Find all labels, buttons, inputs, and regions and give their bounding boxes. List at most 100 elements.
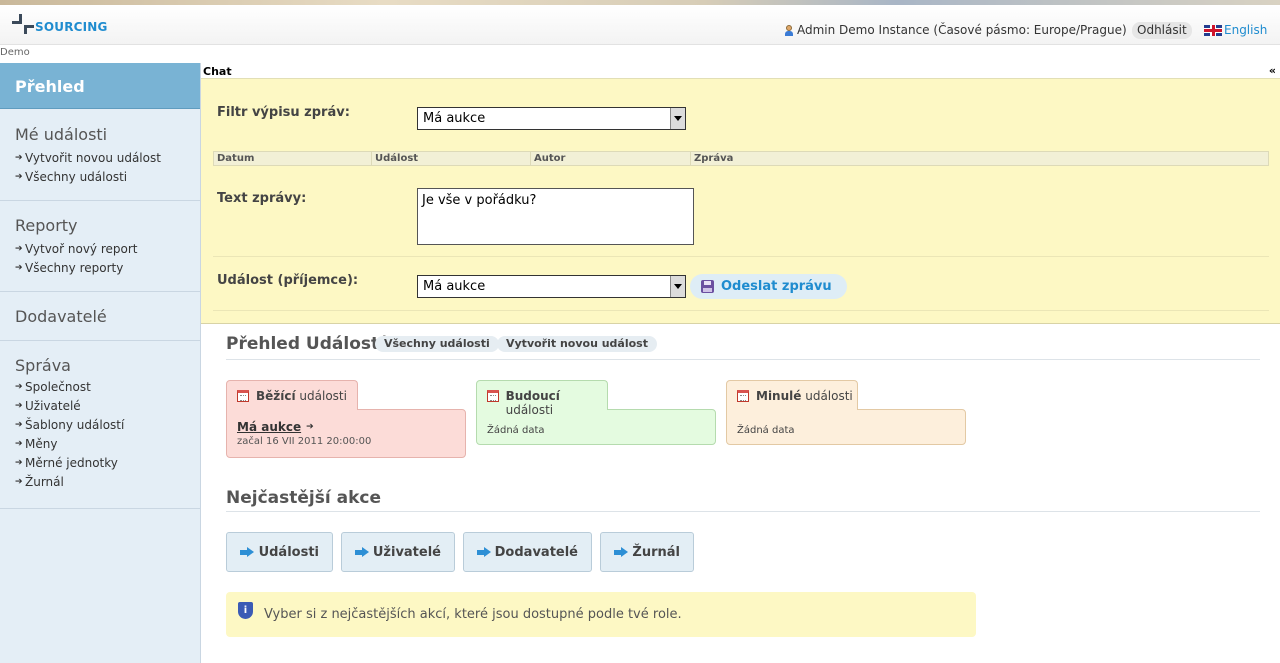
running-tab-bold: Běžící [256,389,296,403]
sidebar-link-new-event[interactable]: ➔ Vytvořit novou událost [15,148,200,167]
info-box: i Vyber si z nejčastějších akcí, které j… [226,592,976,637]
sidebar-item-prehled[interactable]: Přehled [0,63,200,109]
calendar-icon [487,390,499,402]
language-label[interactable]: English [1224,23,1267,37]
chat-panel: Chat « Filtr výpisu zpráv: Má aukce Datu… [201,63,1280,324]
sidebar-link-new-report[interactable]: ➔ Vytvoř nový report [15,239,200,258]
language-switch[interactable]: English [1204,23,1267,37]
arrow-right-icon: ➔ [15,243,23,254]
arrow-right-icon: ➔ [15,381,23,392]
arrow-right-icon [614,547,629,557]
past-tab-rest: události [801,389,853,403]
recipient-select[interactable]: Má aukce [417,275,686,298]
sidebar-head-events[interactable]: Mé události [15,125,200,144]
chevron-down-icon[interactable] [670,276,686,297]
users-action-button[interactable]: Uživatelé [341,532,455,572]
event-start-time: začal 16 VII 2011 20:00:00 [237,436,372,447]
sidebar-section-admin: Správa ➔ Společnost ➔ Uživatelé ➔ Šablony u… [0,341,200,509]
sidebar-link-label: Všechny události [25,169,128,184]
journal-action-label: Žurnál [632,544,680,560]
no-data-text: Žádná data [737,425,795,436]
suppliers-action-label: Dodavatelé [494,544,578,560]
events-action-label: Události [258,544,319,560]
user-icon [784,24,794,36]
suppliers-action-button[interactable]: Dodavatelé [463,532,592,572]
recipient-label: Událost (příjemce): [217,273,359,288]
users-action-label: Uživatelé [372,544,441,560]
sidebar-link-label: Šablony událostí [25,417,125,432]
sidebar-head-admin[interactable]: Správa [15,356,200,375]
sidebar-link-units[interactable]: ➔ Měrné jednotky [15,453,200,472]
send-message-label: Odeslat zprávu [721,279,832,294]
instance-label: Demo [0,47,30,58]
event-link[interactable]: Má aukce [237,420,301,434]
message-textarea[interactable]: Je vše v pořádku? [417,188,694,245]
divider [213,310,1269,311]
future-events-tab[interactable]: Budoucí události [476,380,608,417]
messages-table-header: Datum Událost Autor Zpráva [213,151,1269,166]
column-header-author[interactable]: Autor [531,152,691,165]
sidebar-link-all-reports[interactable]: ➔ Všechny reporty [15,258,200,277]
sidebar-link-currencies[interactable]: ➔ Měny [15,434,200,453]
sidebar-section-suppliers: Dodavatelé [0,292,200,341]
sidebar-link-label: Měny [25,436,58,451]
past-events-box: Žádná data [726,409,966,445]
filter-select[interactable]: Má aukce [417,107,686,130]
arrow-right-icon: ➔ [15,419,23,430]
sidebar-link-users[interactable]: ➔ Uživatelé [15,396,200,415]
sidebar-section-events: Mé události ➔ Vytvořit novou událost ➔ Vše… [0,109,200,201]
running-events-tab[interactable]: Běžící události [226,380,358,410]
calendar-icon [737,390,749,402]
arrow-right-icon [240,547,254,557]
section-rule [226,359,1260,360]
sidebar-link-label: Vytvořit novou událost [25,150,161,165]
chat-title: Chat [203,65,232,78]
sidebar-link-templates[interactable]: ➔ Šablony událostí [15,415,200,434]
sidebar-link-label: Měrné jednotky [25,455,118,470]
running-events-box: Má aukce ➔ začal 16 VII 2011 20:00:00 [226,409,466,458]
column-header-message[interactable]: Zpráva [691,152,1268,165]
filter-select-value: Má aukce [423,111,486,126]
uk-flag-icon [1204,24,1222,36]
sidebar-link-label: Vytvoř nový report [25,241,138,256]
send-message-button[interactable]: Odeslat zprávu [690,274,847,299]
logo-icon [12,14,34,34]
journal-action-button[interactable]: Žurnál [600,532,694,572]
sidebar-link-label: Všechny reporty [25,260,124,275]
logo-text: SOURCING [35,20,108,34]
future-tab-rest: události [505,403,554,417]
info-text: Vyber si z nejčastějších akcí, které jso… [264,607,682,622]
user-label: Admin Demo Instance (Časové pásmo: Europ… [797,23,1127,37]
arrow-right-icon [477,547,491,557]
arrow-right-icon: ➔ [15,438,23,449]
sidebar-link-all-events[interactable]: ➔ Všechny události [15,167,200,186]
arrow-right-icon: ➔ [15,262,23,273]
sidebar-link-journal[interactable]: ➔ Žurnál [15,472,200,491]
sidebar: Přehled Mé události ➔ Vytvořit novou udál… [0,63,201,663]
arrow-right-icon: ➔ [15,152,23,163]
sidebar-head-reports[interactable]: Reporty [15,216,200,235]
arrow-right-icon: ➔ [306,422,314,432]
column-header-date[interactable]: Datum [214,152,372,165]
info-shield-icon: i [238,602,253,619]
sidebar-head-suppliers[interactable]: Dodavatelé [15,307,200,326]
app-header: SOURCING Admin Demo Instance (Časové pás… [0,5,1280,45]
sidebar-section-reports: Reporty ➔ Vytvoř nový report ➔ Všechny rep… [0,201,200,292]
past-events-tab[interactable]: Minulé události [726,380,858,410]
section-rule [226,511,1260,512]
chevron-down-icon[interactable] [670,108,686,129]
running-tab-rest: události [295,389,347,403]
new-event-pill[interactable]: Vytvořit novou událost [497,336,657,352]
chat-titlebar: Chat « [201,63,1280,79]
events-action-button[interactable]: Události [226,532,333,572]
logo[interactable]: SOURCING [12,14,108,34]
sidebar-link-company[interactable]: ➔ Společnost [15,377,200,396]
sidebar-link-label: Uživatelé [25,398,81,413]
logout-button[interactable]: Odhlásit [1132,22,1192,39]
future-tab-bold: Budoucí [505,389,560,403]
arrow-right-icon [355,547,369,557]
sidebar-link-label: Žurnál [25,474,64,489]
all-events-pill[interactable]: Všechny události [375,336,499,352]
chat-collapse-button[interactable]: « [1269,64,1276,77]
column-header-event[interactable]: Událost [372,152,531,165]
